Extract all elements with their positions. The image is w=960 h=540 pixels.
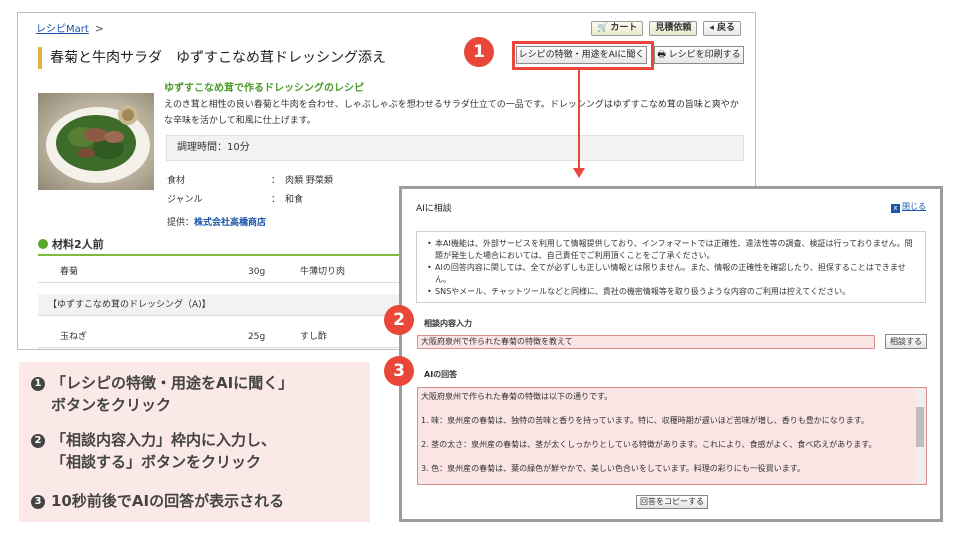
arrow-down-icon xyxy=(573,168,585,178)
ai-consult-dialog: AIに相談 x閉じる 本AI機能は、外部サービスを利用して情報提供しており、イン… xyxy=(399,186,943,522)
dialog-title: AIに相談 xyxy=(416,204,452,214)
instruction-box: 1 「レシピの特徴・用途をAIに聞く」 ボタンをクリック 2 「相談内容入力」枠内に… xyxy=(19,362,370,522)
notice-item: AIの回答内容に関しては、全てが必ずしも正しい情報とは限りません。また、情報の正… xyxy=(427,262,915,286)
copy-answer-button[interactable]: 回答をコピーする xyxy=(636,495,708,509)
provider: 提供：株式会社高橋商店 xyxy=(167,215,266,228)
answer-label: AIの回答 xyxy=(424,370,458,379)
answer-line: 3. 色：泉州産の春菊は、葉の緑色が鮮やかで、美しい色合いをしています。料理の彩… xyxy=(421,464,806,473)
arrow-line xyxy=(578,70,580,170)
scrollbar-thumb[interactable] xyxy=(916,407,924,447)
info-value: 和食 xyxy=(285,195,304,205)
ingredients-heading-label: 材料2人前 xyxy=(52,238,104,251)
callout-1-badge: 1 xyxy=(464,37,494,67)
ingredient-amount: 30g xyxy=(248,267,266,277)
step-1: 1 「レシピの特徴・用途をAIに聞く」 ボタンをクリック xyxy=(31,372,293,416)
estimate-button[interactable]: 見積依頼 xyxy=(649,21,698,36)
notice-box: 本AI機能は、外部サービスを利用して情報提供しており、インフォマートでは正確性、… xyxy=(416,231,926,303)
callout-2-badge: 2 xyxy=(384,305,414,335)
breadcrumb: レシピMart > xyxy=(36,20,104,35)
input-label: 相談内容入力 xyxy=(424,319,472,328)
ingredient-name: 玉ねぎ xyxy=(60,332,88,342)
answer-scrollbar[interactable] xyxy=(915,389,925,483)
notice-item: SNSやメール、チャットツールなどと同様に、貴社の機密情報等を取り扱うような内容… xyxy=(427,286,915,298)
cart-button[interactable]: 🛒 カート xyxy=(591,21,644,36)
step-number: 3 xyxy=(31,495,45,509)
back-button[interactable]: ◂ 戻る xyxy=(703,21,741,36)
breadcrumb-separator: > xyxy=(94,22,105,35)
notice-item: 本AI機能は、外部サービスを利用して情報提供しており、インフォマートでは正確性、… xyxy=(427,238,915,262)
step-text: 「相談する」ボタンをクリック xyxy=(51,453,262,471)
salad-image xyxy=(46,105,150,183)
print-recipe-button[interactable]: 🖶 レシピを印刷する xyxy=(654,46,744,64)
info-key: 食材 xyxy=(167,176,186,186)
close-label: 閉じる xyxy=(902,202,926,211)
recipe-catchphrase: ゆずすこなめ茸で作るドレッシングのレシピ xyxy=(164,83,364,94)
info-colon: ： xyxy=(271,176,281,186)
breadcrumb-home-link[interactable]: レシピMart xyxy=(36,24,89,35)
answer-textarea[interactable]: 大阪府泉州で作られた春菊の特徴は以下の通りです。 1. 味：泉州産の春菊は、独特… xyxy=(417,387,927,485)
step-text: ボタンをクリック xyxy=(51,396,172,414)
close-button[interactable]: x 閉じる xyxy=(891,201,926,213)
cook-time: 調理時間：10分 xyxy=(166,135,744,161)
info-row-ingredients: 食材 ： 肉類 野菜類 xyxy=(167,173,333,186)
answer-line: 2. 茎の太さ：泉州産の春菊は、茎が太くしっかりとしている特徴があります。これに… xyxy=(421,440,877,449)
recipe-title: 春菊と牛肉サラダ xyxy=(50,50,162,66)
ask-ai-highlight xyxy=(512,41,654,70)
ingredient-amount: 25g xyxy=(248,332,266,342)
page-title: 春菊と牛肉サラダ ゆずすこなめ茸ドレッシング添え xyxy=(38,47,386,69)
recipe-photo xyxy=(38,93,154,190)
answer-line: 大阪府泉州で作られた春菊の特徴は以下の通りです。 xyxy=(421,392,613,401)
ingredient-name: すし酢 xyxy=(300,332,328,342)
step-number: 1 xyxy=(31,377,45,391)
step-text: 10秒前後でAIの回答が表示される xyxy=(51,492,285,510)
cart-label: カート xyxy=(610,23,638,33)
recipe-description: えのき茸と相性の良い春菊と牛肉を合わせ、しゃぶしゃぶを想わせるサラダ仕立ての一品… xyxy=(164,100,739,126)
ingredient-name: 牛薄切り肉 xyxy=(300,267,346,277)
consult-input[interactable]: 大阪府泉州で作られた春菊の特徴を教えて xyxy=(417,335,875,349)
info-row-genre: ジャンル ： 和食 xyxy=(167,192,303,205)
provider-label: 提供： xyxy=(167,218,195,228)
step-number: 2 xyxy=(31,434,45,448)
print-recipe-label: レシピを印刷する xyxy=(668,50,741,60)
top-toolbar: 🛒 カート 見積依頼 ◂ 戻る xyxy=(591,21,741,36)
info-key: ジャンル xyxy=(167,195,203,205)
step-text: 「相談内容入力」枠内に入力し、 xyxy=(51,431,277,449)
print-icon: 🖶 xyxy=(657,50,669,60)
ingredient-name: 春菊 xyxy=(60,267,79,277)
cart-icon: 🛒 xyxy=(597,23,609,33)
info-colon: ： xyxy=(271,195,281,205)
bullet-icon xyxy=(38,239,48,249)
answer-line: 1. 味：泉州産の春菊は、独特の苦味と香りを持っています。特に、収穫時期が遅いほ… xyxy=(421,416,869,425)
step-3: 3 10秒前後でAIの回答が表示される xyxy=(31,490,284,512)
ask-button[interactable]: 相談する xyxy=(885,334,927,349)
close-icon: x xyxy=(891,204,900,213)
step-2: 2 「相談内容入力」枠内に入力し、 「相談する」ボタンをクリック xyxy=(31,429,276,473)
callout-3-badge: 3 xyxy=(384,356,414,386)
provider-link[interactable]: 株式会社高橋商店 xyxy=(194,218,266,228)
info-value: 肉類 野菜類 xyxy=(285,176,333,186)
recipe-subtitle: ゆずすこなめ茸ドレッシング添え xyxy=(176,50,386,66)
step-text: 「レシピの特徴・用途をAIに聞く」 xyxy=(51,374,294,392)
